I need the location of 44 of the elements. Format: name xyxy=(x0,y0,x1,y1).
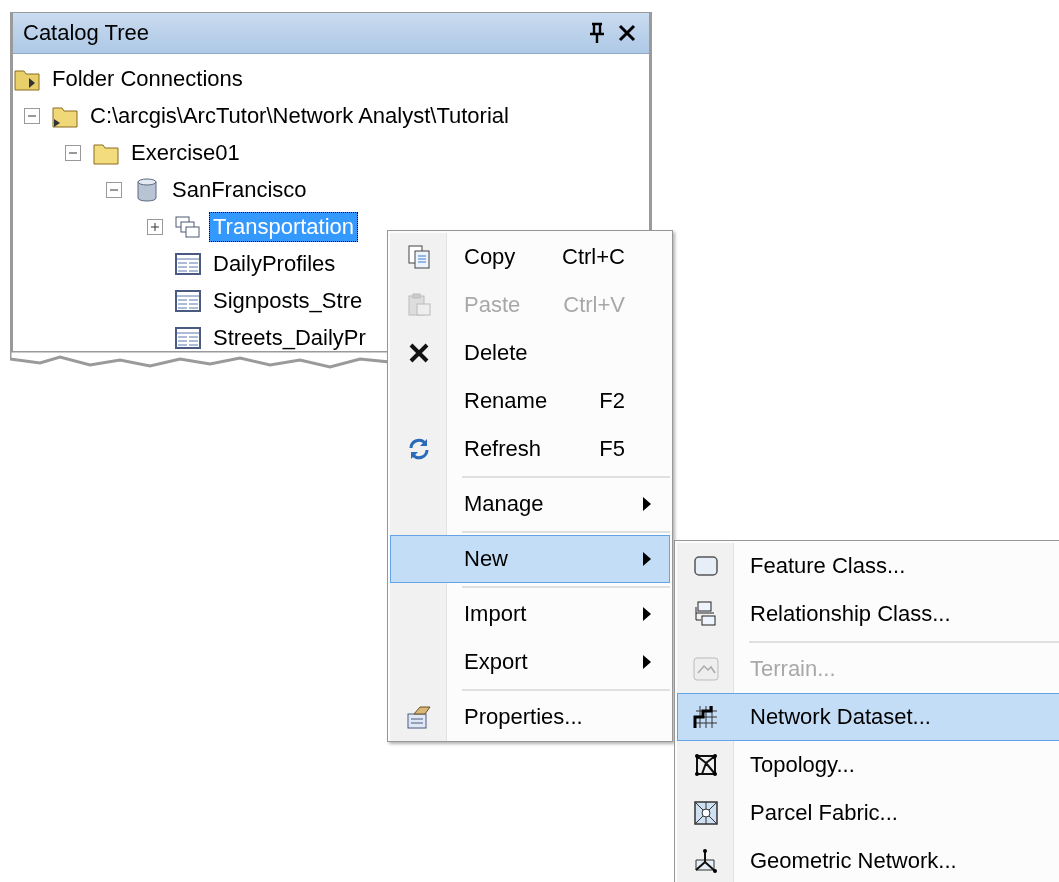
menu-item[interactable]: Topology... xyxy=(677,741,1059,789)
linked-boxes-icon xyxy=(693,601,719,627)
pin-icon[interactable] xyxy=(587,22,607,44)
table-icon xyxy=(175,287,201,314)
close-icon[interactable] xyxy=(617,22,637,44)
database-icon xyxy=(134,176,160,203)
collapse-icon[interactable] xyxy=(65,144,81,161)
tree-item[interactable]: DailyProfiles xyxy=(209,248,340,279)
table-icon xyxy=(175,250,201,277)
tree-item[interactable]: C:\arcgis\ArcTutor\Network Analyst\Tutorial xyxy=(86,100,513,131)
collapse-icon[interactable] xyxy=(24,107,40,124)
tree-item[interactable]: Signposts_Stre xyxy=(209,285,367,316)
menu-item[interactable]: Network Dataset... xyxy=(677,693,1059,741)
tree-item[interactable]: Folder Connections xyxy=(48,63,247,94)
menu-item[interactable]: Rename F2 xyxy=(390,377,670,425)
tree-item[interactable]: Exercise01 xyxy=(127,137,244,168)
menu-item[interactable]: New xyxy=(390,535,670,583)
menu-item[interactable]: Refresh F5 xyxy=(390,425,670,473)
collapse-icon[interactable] xyxy=(106,181,122,198)
menu-item[interactable]: Relationship Class... xyxy=(677,590,1059,638)
properties-icon xyxy=(406,704,432,730)
expand-icon[interactable] xyxy=(147,218,163,235)
parcel-grid-icon xyxy=(693,800,719,826)
menu-item[interactable]: Delete xyxy=(390,329,670,377)
grid-icon xyxy=(693,704,719,730)
rounded-rectangle-icon xyxy=(693,553,719,579)
menu-item[interactable]: Export xyxy=(390,638,670,686)
menu-item[interactable]: Copy Ctrl+C xyxy=(390,233,670,281)
menu-item[interactable]: Geometric Network... xyxy=(677,837,1059,882)
menu-item[interactable]: Manage xyxy=(390,480,670,528)
network-nodes-icon xyxy=(693,848,719,874)
table-icon xyxy=(175,324,201,351)
stacked-boxes-icon xyxy=(175,213,201,240)
menu-item[interactable]: Import xyxy=(390,590,670,638)
menu-item[interactable]: Properties... xyxy=(390,693,670,741)
tree-item[interactable]: SanFrancisco xyxy=(168,174,311,205)
copy-icon xyxy=(406,244,432,270)
menu-item[interactable]: Parcel Fabric... xyxy=(677,789,1059,837)
clipboard-icon xyxy=(406,292,432,318)
panel-title: Catalog Tree xyxy=(23,20,150,46)
polygon-nodes-icon xyxy=(693,752,719,778)
menu-item[interactable]: Feature Class... xyxy=(677,542,1059,590)
tree-item[interactable]: Streets_DailyPr xyxy=(209,322,370,353)
mountain-icon xyxy=(693,656,719,682)
